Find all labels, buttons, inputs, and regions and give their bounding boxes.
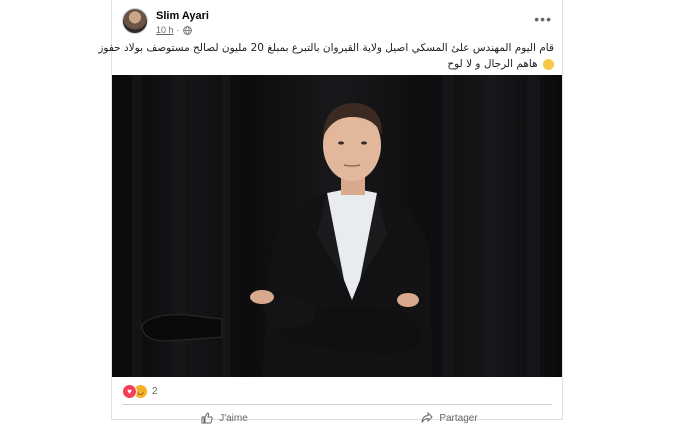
separator-dot: · (176, 25, 180, 35)
post-card: Slim Ayari 10 h · ••• قام اليوم المهندس … (98, 0, 563, 424)
post-photo[interactable] (112, 75, 562, 377)
like-label: J'aime (219, 412, 248, 424)
like-button[interactable]: J'aime (112, 408, 337, 428)
author-name[interactable]: Slim Ayari (156, 10, 209, 22)
post-text-line-1: قام اليوم المهندس علئ المسكي اصيل ولاية … (98, 42, 554, 54)
share-button[interactable]: Partager (337, 408, 562, 428)
action-row: J'aime Partager (112, 408, 562, 428)
thumbs-up-icon (201, 412, 213, 424)
post-meta: 10 h · (156, 25, 192, 35)
share-label: Partager (439, 412, 478, 424)
post-header: Slim Ayari 10 h · ••• (122, 8, 554, 40)
post-text: قام اليوم المهندس علئ المسكي اصيل ولاية … (98, 40, 554, 72)
avatar[interactable] (122, 8, 148, 34)
more-options-icon[interactable]: ••• (534, 12, 552, 26)
reaction-count[interactable]: 2 (152, 386, 158, 397)
post-text-line-2: هاهم الرجال و لا لوح (447, 58, 538, 70)
clapping-hands-icon (543, 58, 554, 70)
share-arrow-icon (421, 412, 434, 423)
photo-illustration (132, 75, 540, 377)
divider (122, 404, 552, 405)
globe-icon (182, 25, 192, 35)
love-icon: ♥ (122, 383, 137, 399)
post-time[interactable]: 10 h (156, 25, 174, 35)
reactions-bar[interactable]: ♥ ◡ 2 (122, 383, 158, 399)
